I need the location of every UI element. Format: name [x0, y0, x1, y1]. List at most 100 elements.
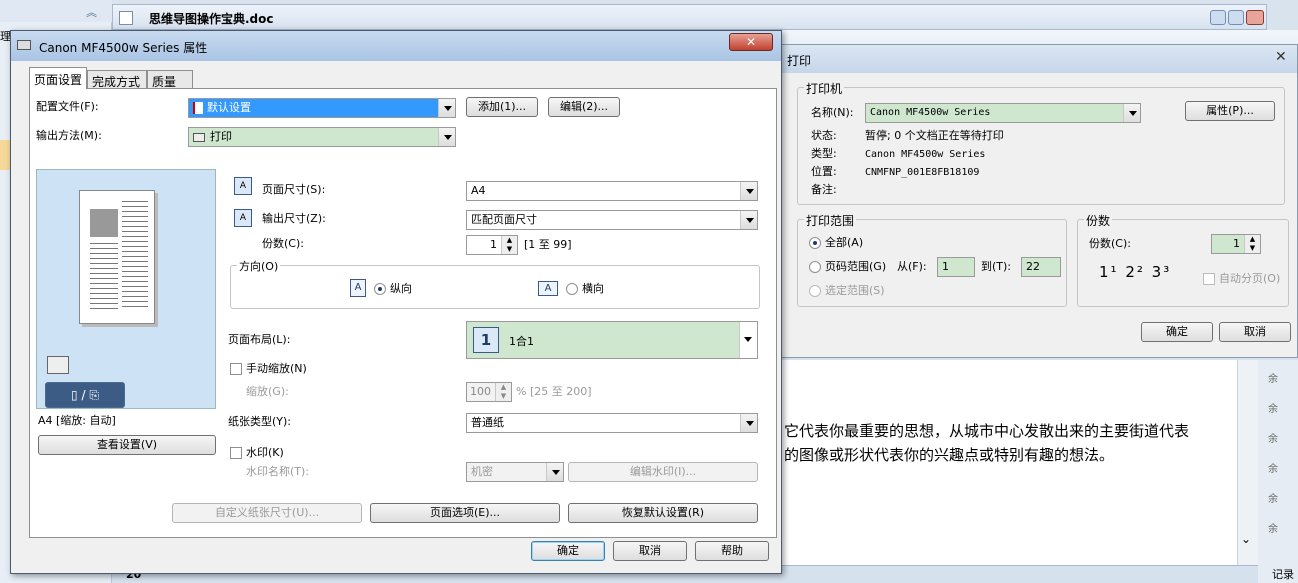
properties-cancel-button[interactable]: 取消 — [613, 541, 687, 561]
chevron-down-icon — [1123, 104, 1140, 122]
scale-range: % [25 至 200] — [516, 385, 592, 398]
document-text-line-2: 的图像或形状代表你的兴趣点或特别有趣的想法。 — [784, 446, 1115, 464]
document-title: 思维导图操作宝典.doc — [149, 12, 274, 26]
landscape-label: 横向 — [582, 282, 604, 295]
from-label: 从(F): — [897, 260, 927, 273]
output-size-select[interactable]: 匹配页面尺寸 — [466, 210, 758, 230]
spinner-arrows-icon[interactable]: ▲ ▼ — [501, 236, 517, 254]
watermark-checkbox[interactable] — [230, 447, 242, 459]
divider — [36, 431, 216, 432]
page-preview-panel: ▯ / ⎘ — [36, 169, 216, 409]
output-method-select[interactable]: 打印 — [188, 127, 456, 147]
chevron-down-icon — [744, 337, 752, 342]
paper-stack-icon — [47, 356, 69, 374]
output-method-value: 打印 — [210, 130, 232, 143]
restore-defaults-button[interactable]: 恢复默认设置(R) — [568, 503, 758, 523]
scale-value: 100 — [470, 385, 491, 398]
document-scrollbar[interactable]: ⌄ — [1237, 360, 1258, 565]
printer-icon — [17, 40, 31, 50]
layout-number-icon: 1 — [473, 327, 499, 353]
portrait-radio[interactable] — [374, 283, 386, 295]
properties-title-bar: Canon MF4500w Series 属性 ✕ — [11, 31, 781, 61]
page-size-select[interactable]: A4 — [466, 181, 758, 201]
chevron-down-icon — [546, 463, 563, 481]
edit-profile-button[interactable]: 编辑(2)... — [548, 97, 620, 117]
divider — [230, 405, 758, 406]
printer-properties-button[interactable]: 属性(P)... — [1185, 101, 1275, 121]
close-button[interactable] — [1246, 10, 1264, 25]
properties-help-button[interactable]: 帮助 — [695, 541, 769, 561]
page-preview-sheet — [79, 190, 155, 324]
right-margin-strip: 余 余 余 余 余 余 记录 — [1258, 360, 1298, 583]
tab-label: 页面设置 — [34, 73, 83, 87]
collate-checkbox[interactable] — [1203, 273, 1215, 285]
profile-select[interactable]: 默认设置 — [188, 98, 456, 118]
watermark-name-select[interactable]: 机密 — [466, 462, 564, 482]
output-size-label: 输出尺寸(Z): — [262, 212, 326, 225]
range-pages-radio[interactable] — [809, 261, 821, 273]
printer-name-value: Canon MF4500w Series — [870, 107, 991, 118]
tab-panel: 配置文件(F): 默认设置 添加(1)... 编辑(2)... 输出方法(M):… — [29, 88, 777, 538]
custom-paper-size-button[interactable]: 自定义纸张尺寸(U)... — [172, 503, 362, 523]
page-size-icon: A — [234, 177, 252, 195]
collate-label: 自动分页(O) — [1219, 272, 1281, 285]
minimize-button[interactable] — [1210, 10, 1226, 25]
tab-quality[interactable]: 质量 — [147, 70, 193, 89]
range-all-label: 全部(A) — [825, 236, 864, 249]
range-all-radio[interactable] — [809, 237, 821, 249]
landscape-radio[interactable] — [566, 283, 578, 295]
range-selection-radio[interactable] — [809, 285, 821, 297]
paper-type-select[interactable]: 普通纸 — [466, 413, 758, 433]
print-dialog-close-icon[interactable]: ✕ — [1275, 49, 1287, 65]
scroll-down-icon[interactable]: ⌄ — [1241, 532, 1251, 546]
spinner-arrows-icon[interactable]: ▲ ▼ — [495, 383, 511, 401]
printer-group-title: 打印机 — [804, 80, 845, 97]
chevron-down-icon — [740, 211, 757, 229]
preview-toggle-button[interactable]: ▯ / ⎘ — [45, 382, 125, 408]
status-label: 状态: — [811, 129, 837, 142]
watermark-name-label: 水印名称(T): — [246, 465, 310, 478]
print-ok-button[interactable]: 确定 — [1141, 322, 1213, 342]
edit-watermark-button[interactable]: 编辑水印(I)... — [568, 462, 758, 482]
print-dialog: 打印 ✕ 打印机 名称(N): Canon MF4500w Series 属性(… — [780, 44, 1298, 358]
profile-icon — [193, 102, 203, 114]
tab-finishing[interactable]: 完成方式 — [87, 70, 147, 89]
profile-value: 默认设置 — [207, 101, 251, 114]
page-size-label: 页面尺寸(S): — [262, 183, 326, 196]
collapse-chevron-icon[interactable]: ︽ — [86, 4, 97, 20]
copies-spinner[interactable]: 1 ▲ ▼ — [466, 235, 518, 255]
view-settings-button[interactable]: 查看设置(V) — [38, 435, 216, 455]
scale-label: 缩放(G): — [246, 385, 289, 398]
page-layout-value: 1合1 — [509, 335, 534, 348]
properties-ok-button[interactable]: 确定 — [531, 541, 605, 561]
spinner-arrows-icon[interactable]: ▲ ▼ — [1244, 235, 1260, 253]
maximize-button[interactable] — [1228, 10, 1244, 25]
properties-dialog: Canon MF4500w Series 属性 ✕ 页面设置 完成方式 质量 配… — [10, 30, 782, 574]
document-title-bar: 思维导图操作宝典.doc — [112, 4, 1267, 30]
printer-name-select[interactable]: Canon MF4500w Series — [865, 103, 1141, 123]
add-profile-button[interactable]: 添加(1)... — [466, 97, 538, 117]
margin-char: 余 — [1268, 404, 1278, 415]
tab-page-setup[interactable]: 页面设置 — [29, 67, 87, 89]
from-input[interactable]: 1 — [937, 257, 975, 277]
properties-close-button[interactable]: ✕ — [729, 33, 773, 51]
scale-spinner[interactable]: 100 ▲ ▼ — [466, 382, 512, 402]
landscape-icon: A — [538, 281, 558, 296]
copies-range: [1 至 99] — [524, 238, 572, 251]
output-size-value: 匹配页面尺寸 — [471, 213, 537, 226]
to-label: 到(T): — [981, 260, 1012, 273]
print-dialog-title: 打印 — [787, 54, 812, 68]
properties-title: Canon MF4500w Series 属性 — [39, 41, 208, 55]
page-options-button[interactable]: 页面选项(E)... — [370, 503, 560, 523]
watermark-label: 水印(K) — [246, 446, 284, 459]
print-cancel-button[interactable]: 取消 — [1219, 322, 1291, 342]
portrait-icon: A — [350, 279, 366, 297]
chevron-down-icon — [740, 182, 757, 200]
page-layout-select[interactable]: 1 1合1 — [466, 321, 758, 359]
preview-caption: A4 [缩放: 自动] — [38, 414, 116, 427]
to-input[interactable]: 22 — [1021, 257, 1061, 277]
copies-group-title: 份数 — [1084, 212, 1113, 229]
copies-spinner[interactable]: 1 ▲ ▼ — [1211, 234, 1261, 254]
manual-scale-checkbox[interactable] — [230, 363, 242, 375]
chevron-down-icon — [740, 414, 757, 432]
